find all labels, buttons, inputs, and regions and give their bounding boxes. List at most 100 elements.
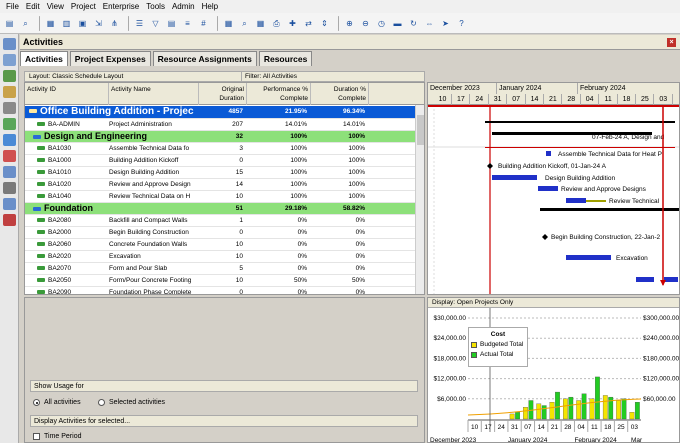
activity-name-cell (109, 106, 197, 117)
menu-enterprise[interactable]: Enterprise (103, 2, 139, 11)
number-icon[interactable]: # (197, 17, 210, 30)
reports-icon[interactable] (3, 102, 16, 114)
wbs-icon[interactable] (3, 54, 16, 66)
find-icon[interactable]: ⌕ (238, 17, 251, 30)
activities-icon[interactable] (3, 70, 16, 82)
documents-icon[interactable] (3, 166, 16, 178)
issues-icon[interactable] (3, 134, 16, 146)
y-tick-left: $18,000.00 (433, 355, 466, 362)
sort-icon[interactable]: ≡ (181, 17, 194, 30)
resources-icon[interactable] (3, 86, 16, 98)
wbs-row[interactable]: Foundation 51 29.18% 58.82% (25, 203, 415, 215)
tab-activities[interactable]: Activities (20, 51, 68, 66)
performance-complete-cell: 0% (297, 253, 307, 260)
tree-icon[interactable]: ⋔ (108, 17, 121, 30)
filter-label[interactable]: Filter: All Activities (241, 72, 297, 81)
layout-label[interactable]: Layout: Classic Schedule Layout (29, 73, 123, 80)
grid-icon[interactable]: ▦ (222, 17, 235, 30)
refresh-icon[interactable]: ↻ (407, 17, 420, 30)
bar-actual-total (634, 402, 640, 420)
close-icon[interactable]: × (667, 38, 676, 47)
menu-tools[interactable]: Tools (146, 2, 165, 11)
layout-icon[interactable]: ▣ (76, 17, 89, 30)
col-duration-complete[interactable]: Duration % Complete (311, 83, 369, 105)
x-tick-label: 18 (604, 424, 612, 431)
project-summary-bar (428, 105, 679, 107)
performance-complete-cell: 100% (290, 193, 307, 200)
table-row[interactable]: BA2000 Begin Building Construction 0 0% 0% (25, 227, 415, 239)
time-period-checkbox[interactable] (33, 433, 40, 440)
timescale-icon[interactable]: ◷ (375, 17, 388, 30)
network-icon[interactable]: ⇲ (92, 17, 105, 30)
gantt-chart[interactable]: December 2023 January 2024 February 2024… (427, 82, 680, 295)
all-activities-option[interactable]: All activities (33, 399, 81, 406)
performance-complete-cell: 14.01% (284, 121, 307, 128)
col-performance-complete[interactable]: Performance % Complete (247, 83, 311, 105)
open-icon[interactable]: ▤ (3, 17, 16, 30)
vertical-scrollbar[interactable] (415, 105, 424, 294)
menu-help[interactable]: Help (202, 2, 218, 11)
wbs-row[interactable]: Design and Engineering 32 100% 100% (25, 131, 415, 143)
table-row[interactable]: BA-ADMIN Project Administration 207 14.01% 1… (25, 119, 415, 131)
group-icon[interactable]: ▤ (165, 17, 178, 30)
selected-activities-option[interactable]: Selected activities (98, 399, 165, 406)
tracking-icon[interactable] (3, 118, 16, 130)
search-icon[interactable]: ⌕ (19, 17, 32, 30)
help-icon[interactable]: ? (455, 17, 468, 30)
radio-all-activities[interactable] (33, 399, 40, 406)
bar-actual-total (541, 405, 547, 420)
risks-icon[interactable] (3, 150, 16, 162)
portfolio-icon[interactable] (3, 214, 16, 226)
menu-admin[interactable]: Admin (172, 2, 195, 11)
table-row[interactable]: BA1020 Review and Approve Design 14 100% 100… (25, 179, 415, 191)
duration-complete-cell: 100% (348, 145, 365, 152)
menu-project[interactable]: Project (71, 2, 96, 11)
gantt-icon[interactable]: ▥ (60, 17, 73, 30)
expenses-icon[interactable] (3, 198, 16, 210)
table-row[interactable]: BA2090 Foundation Phase Complete 0 0% 0% (25, 287, 415, 294)
link-icon[interactable]: ⇄ (302, 17, 315, 30)
col-activity-id[interactable]: Activity ID (25, 83, 109, 105)
table-row[interactable]: BA2060 Concrete Foundation Walls 10 0% 0% (25, 239, 415, 251)
table-row[interactable]: BA2070 Form and Pour Slab 5 0% 0% (25, 263, 415, 275)
menu-file[interactable]: File (6, 2, 19, 11)
zoom-in-icon[interactable]: ⊕ (343, 17, 356, 30)
activity-bar (566, 255, 611, 260)
menu-view[interactable]: View (47, 2, 64, 11)
table-icon[interactable]: ▦ (44, 17, 57, 30)
table-row[interactable]: BA2020 Excavation 10 0% 0% (25, 251, 415, 263)
columns-icon[interactable]: ☰ (133, 17, 146, 30)
pin-icon[interactable]: ✚ (286, 17, 299, 30)
table-row[interactable]: BA2080 Backfill and Compact Walls 1 0% 0% (25, 215, 415, 227)
calendar-icon[interactable]: ▦ (254, 17, 267, 30)
tab-resources[interactable]: Resources (258, 51, 313, 66)
thresholds-icon[interactable] (3, 182, 16, 194)
toolbar-divider (128, 15, 129, 31)
col-activity-name[interactable]: Activity Name (109, 83, 199, 105)
send-icon[interactable]: ➤ (439, 17, 452, 30)
table-row[interactable]: BA1010 Design Building Addition 15 100% 100% (25, 167, 415, 179)
table-row[interactable]: BA1040 Review Technical Data on H 10 100% 10… (25, 191, 415, 203)
print-icon[interactable]: ⎙ (270, 17, 283, 30)
month-label: February 2024 (574, 437, 617, 443)
tab-project-expenses[interactable]: Project Expenses (69, 51, 151, 66)
layout-bar[interactable]: Layout: Classic Schedule Layout Filter: … (24, 71, 425, 82)
table-row[interactable]: BA1000 Building Addition Kickoff 0 100% 100% (25, 155, 415, 167)
schedule-icon[interactable]: ⇕ (318, 17, 331, 30)
zoom-out-icon[interactable]: ⊖ (359, 17, 372, 30)
bars-icon[interactable]: ▬ (391, 17, 404, 30)
scroll-icon[interactable]: ⇔ (423, 17, 436, 30)
scroll-thumb[interactable] (417, 115, 424, 145)
col-original-duration[interactable]: Original Duration (199, 83, 247, 105)
time-period-option[interactable]: Time Period (33, 433, 81, 440)
filter-icon[interactable]: ▽ (149, 17, 162, 30)
radio-selected-activities[interactable] (98, 399, 105, 406)
tab-resource-assignments[interactable]: Resource Assignments (152, 51, 257, 66)
week-header: 25 (636, 94, 655, 105)
projects-icon[interactable] (3, 38, 16, 50)
menu-edit[interactable]: Edit (26, 2, 40, 11)
table-row[interactable]: BA1030 Assemble Technical Data fo 3 100% 100… (25, 143, 415, 155)
chart-display-bar[interactable]: Display: Open Projects Only (428, 298, 679, 308)
project-row[interactable]: Office Building Addition - Projec 4857 21.… (25, 106, 415, 119)
table-row[interactable]: BA2050 Form/Pour Concrete Footing 10 50% 50% (25, 275, 415, 287)
